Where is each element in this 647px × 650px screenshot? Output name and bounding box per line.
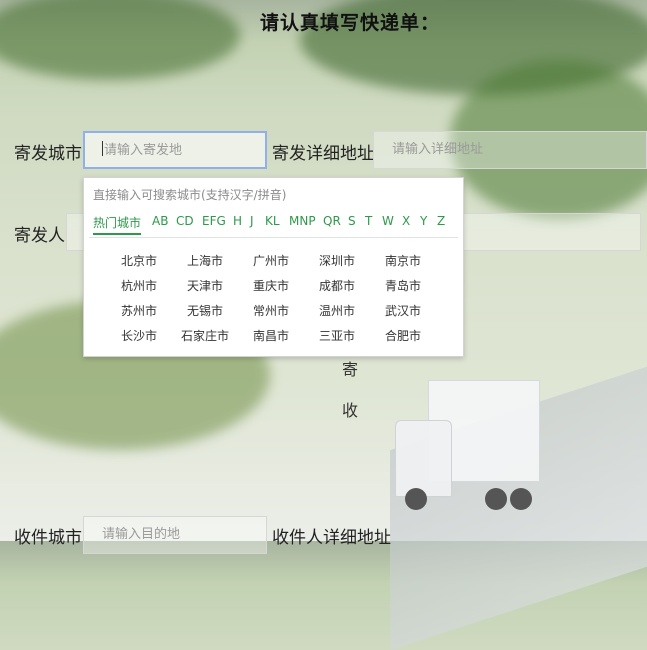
city-option[interactable]: 重庆市 (241, 277, 301, 294)
dest-city-label: 收件城市 (14, 528, 82, 548)
city-option[interactable]: 上海市 (175, 252, 235, 269)
origin-city-input[interactable]: 请输入寄发地 (83, 131, 267, 169)
city-picker-hint: 直接输入可搜索城市(支持汉字/拼音) (93, 188, 287, 202)
city-option[interactable]: 苏州市 (109, 302, 169, 319)
city-picker-tabs: 热门城市 AB CD EFG H J KL MNP QR S T W X Y Z (89, 211, 458, 238)
city-option[interactable]: 无锡市 (175, 302, 235, 319)
city-option[interactable]: 合肥市 (373, 327, 433, 344)
page-title: 请认真填写快递单： (259, 12, 440, 34)
sender-label: 寄发人 (14, 226, 65, 246)
city-option[interactable]: 广州市 (241, 252, 301, 269)
tab-t[interactable]: T (365, 214, 372, 228)
origin-address-label: 寄发详细地址 (272, 144, 374, 164)
origin-city-label: 寄发城市 (14, 144, 82, 164)
tab-hot-cities[interactable]: 热门城市 (93, 214, 142, 235)
dest-address-label: 收件人详细地址 (272, 528, 391, 548)
city-option[interactable]: 南昌市 (241, 327, 301, 344)
send-marker: 寄 (342, 360, 359, 379)
city-option[interactable]: 杭州市 (109, 277, 169, 294)
tab-cd[interactable]: CD (176, 214, 194, 228)
dest-city-input[interactable]: 请输入目的地 (83, 516, 267, 554)
tab-w[interactable]: W (382, 214, 394, 228)
origin-city-placeholder: 请输入寄发地 (104, 143, 183, 158)
tab-mnp[interactable]: MNP (289, 214, 316, 228)
city-option[interactable]: 深圳市 (307, 252, 367, 269)
city-option[interactable]: 长沙市 (109, 327, 169, 344)
tab-x[interactable]: X (402, 214, 410, 228)
city-option[interactable]: 温州市 (307, 302, 367, 319)
text-caret (102, 141, 103, 156)
tab-y[interactable]: Y (420, 214, 427, 228)
tab-z[interactable]: Z (437, 214, 445, 228)
tab-h[interactable]: H (233, 214, 242, 228)
city-picker-dropdown: 直接输入可搜索城市(支持汉字/拼音) 热门城市 AB CD EFG H J KL… (83, 177, 464, 357)
city-option[interactable]: 三亚市 (307, 327, 367, 344)
city-option[interactable]: 常州市 (241, 302, 301, 319)
city-option[interactable]: 石家庄市 (175, 327, 235, 344)
truck-image (395, 380, 540, 510)
city-option[interactable]: 南京市 (373, 252, 433, 269)
tab-efg[interactable]: EFG (202, 214, 226, 228)
city-option[interactable]: 北京市 (109, 252, 169, 269)
tab-kl[interactable]: KL (265, 214, 280, 228)
tab-ab[interactable]: AB (152, 214, 168, 228)
city-option[interactable]: 天津市 (175, 277, 235, 294)
receive-marker: 收 (342, 401, 359, 420)
tab-j[interactable]: J (250, 214, 254, 228)
city-option[interactable]: 青岛市 (373, 277, 433, 294)
tab-s[interactable]: S (348, 214, 356, 228)
origin-address-input[interactable]: 请输入详细地址 (373, 131, 647, 169)
city-option[interactable]: 武汉市 (373, 302, 433, 319)
city-option[interactable]: 成都市 (307, 277, 367, 294)
tab-qr[interactable]: QR (323, 214, 341, 228)
